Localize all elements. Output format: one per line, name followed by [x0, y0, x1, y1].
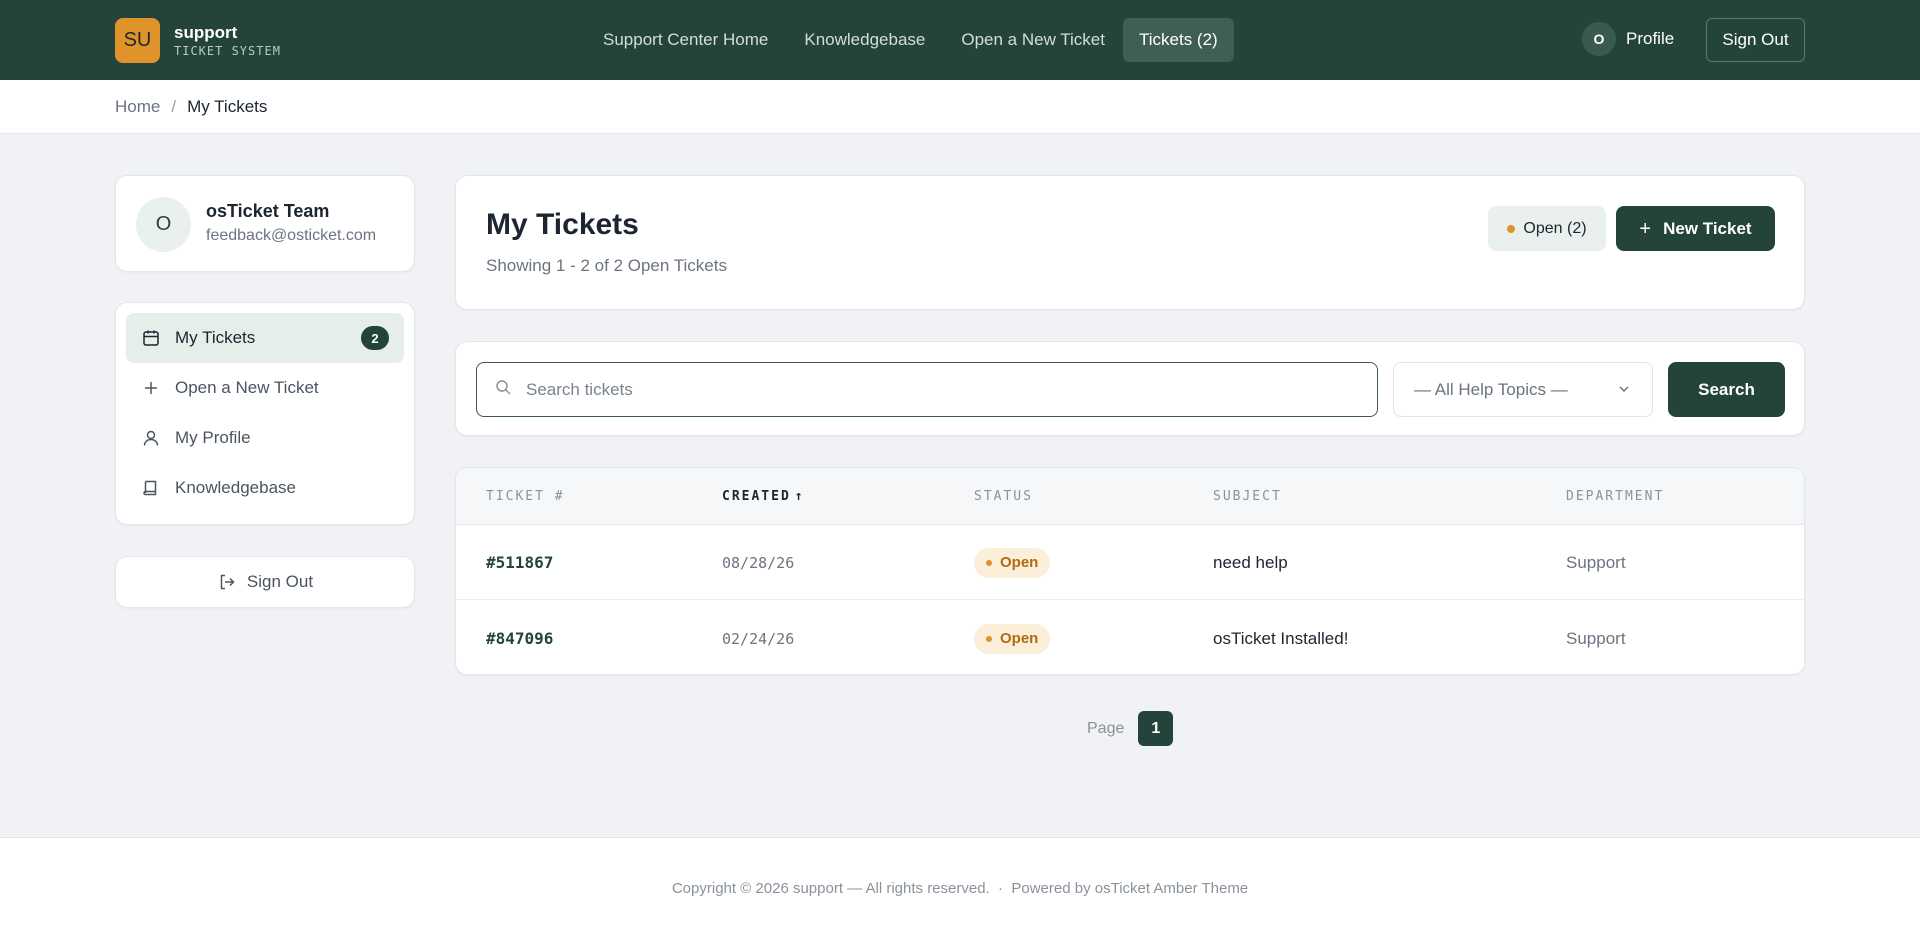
footer: Copyright © 2026 support — All rights re…: [0, 837, 1920, 938]
user-email: feedback@osticket.com: [206, 227, 377, 244]
nav-tickets[interactable]: Tickets (2): [1122, 18, 1234, 62]
table-row[interactable]: #847096 02/24/26 Open osTicket Installed…: [456, 601, 1804, 674]
avatar: O: [1582, 22, 1616, 56]
profile-link[interactable]: O Profile: [1582, 22, 1674, 56]
column-created[interactable]: CREATED ↑: [722, 489, 803, 504]
sidebar-item-my-profile[interactable]: My Profile: [126, 413, 404, 463]
department: Support: [1566, 552, 1626, 572]
user-icon: [141, 428, 161, 448]
search-button[interactable]: Search: [1668, 362, 1785, 417]
search-icon: [495, 379, 512, 401]
brand-subtitle: TICKET SYSTEM: [174, 43, 281, 58]
plus-icon: [141, 378, 161, 398]
search-input[interactable]: [526, 379, 1346, 400]
status-dot: [1507, 224, 1516, 233]
sign-out-label: Sign Out: [246, 572, 314, 591]
user-avatar: O: [136, 197, 191, 252]
page-subtitle: Showing 1 - 2 of 2 Open Tickets: [486, 256, 727, 275]
plus-icon: +: [1639, 217, 1652, 240]
profile-label: Profile: [1626, 29, 1675, 48]
sidebar-menu: My Tickets 2 Open a New Ticket My Profil…: [115, 302, 415, 525]
sidebar-item-knowledgebase[interactable]: Knowledgebase: [126, 463, 404, 513]
brand[interactable]: SU support TICKET SYSTEM: [115, 18, 281, 63]
user-card: O osTicket Team feedback@osticket.com: [115, 175, 415, 272]
table-header: TICKET # CREATED ↑ STATUS SUBJECT DEPART…: [456, 468, 1804, 525]
status-badge: Open: [974, 547, 1051, 578]
open-filter-button[interactable]: Open (2): [1488, 206, 1606, 251]
tickets-table: TICKET # CREATED ↑ STATUS SUBJECT DEPART…: [455, 467, 1805, 675]
created-date: 08/28/26: [722, 553, 795, 572]
book-icon: [141, 478, 161, 498]
breadcrumb-home[interactable]: Home: [115, 97, 160, 117]
breadcrumb-separator: /: [171, 97, 177, 116]
chevron-down-icon: [1616, 381, 1632, 402]
search-card: — All Help Topics — Search: [455, 341, 1805, 436]
logout-icon: [217, 572, 237, 592]
help-topic-select[interactable]: — All Help Topics —: [1393, 362, 1653, 417]
status-badge: Open: [974, 623, 1051, 654]
brand-name: support: [174, 22, 238, 42]
footer-text: Copyright © 2026 support — All rights re…: [671, 880, 1249, 897]
sidebar-item-label: Knowledgebase: [175, 478, 296, 497]
user-name: osTicket Team: [206, 201, 330, 221]
column-ticket-number[interactable]: TICKET #: [486, 489, 565, 504]
status-dot: [986, 559, 992, 566]
sidebar-item-label: My Profile: [175, 428, 251, 447]
open-filter-label: Open (2): [1523, 219, 1587, 237]
nav-open-new-ticket[interactable]: Open a New Ticket: [943, 18, 1123, 62]
ticket-subject-link[interactable]: need help: [1213, 525, 1288, 600]
sidebar-item-my-tickets[interactable]: My Tickets 2: [126, 313, 404, 363]
breadcrumb: Home / My Tickets: [115, 97, 267, 117]
ticket-subject-link[interactable]: osTicket Installed!: [1213, 601, 1348, 674]
sidebar-item-open-new-ticket[interactable]: Open a New Ticket: [126, 363, 404, 413]
column-status[interactable]: STATUS: [974, 489, 1033, 504]
sidebar-item-label: Open a New Ticket: [175, 378, 319, 397]
sidebar-sign-out-button[interactable]: Sign Out: [115, 556, 415, 608]
page-header-card: My Tickets Showing 1 - 2 of 2 Open Ticke…: [455, 175, 1805, 310]
sign-out-button[interactable]: Sign Out: [1706, 18, 1805, 62]
breadcrumb-bar: Home / My Tickets: [0, 80, 1920, 134]
column-department[interactable]: DEPARTMENT: [1566, 489, 1664, 504]
pagination: Page 1: [1087, 711, 1174, 746]
status-cell: Open: [974, 601, 1051, 674]
search-field[interactable]: [476, 362, 1378, 417]
nav-support-center-home[interactable]: Support Center Home: [585, 18, 786, 62]
nav-knowledgebase[interactable]: Knowledgebase: [786, 18, 943, 62]
department: Support: [1566, 628, 1626, 648]
status-label: Open: [1000, 630, 1039, 647]
table-row[interactable]: #511867 08/28/26 Open need help Support: [456, 525, 1804, 600]
status-label: Open: [1000, 554, 1039, 571]
ticket-number-link[interactable]: #847096: [486, 601, 553, 674]
pagination-label: Page: [1087, 719, 1125, 737]
breadcrumb-current: My Tickets: [187, 97, 268, 116]
count-badge: 2: [361, 326, 389, 350]
column-subject[interactable]: SUBJECT: [1213, 489, 1282, 504]
brand-text: support TICKET SYSTEM: [174, 23, 281, 59]
help-topic-selected: — All Help Topics —: [1414, 379, 1568, 399]
status-dot: [986, 635, 992, 642]
ticket-number-link[interactable]: #511867: [486, 525, 553, 600]
page-title: My Tickets: [486, 208, 639, 241]
sort-ascending-icon: ↑: [794, 489, 803, 504]
calendar-icon: [141, 328, 161, 348]
logo: SU: [115, 18, 160, 63]
column-created-label: CREATED: [722, 489, 791, 504]
new-ticket-label: New Ticket: [1663, 218, 1752, 238]
page-1-button[interactable]: 1: [1138, 711, 1174, 746]
main-nav: Support Center Home Knowledgebase Open a…: [585, 18, 1234, 62]
top-navbar: SU support TICKET SYSTEM Support Center …: [0, 0, 1920, 80]
created-date: 02/24/26: [722, 629, 795, 648]
status-cell: Open: [974, 525, 1051, 600]
new-ticket-button[interactable]: + New Ticket: [1616, 206, 1775, 251]
sidebar-item-label: My Tickets: [175, 328, 256, 347]
